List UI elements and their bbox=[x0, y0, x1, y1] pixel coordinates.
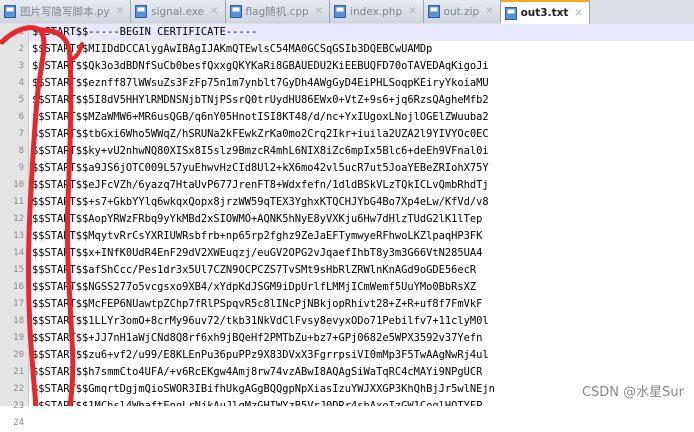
code-line-text: $$START$$+s7+GkbYYlq6wkqxQopx8jrzWW59qTE… bbox=[32, 196, 489, 208]
tab-signal-exe[interactable]: signal.exe ✕ bbox=[131, 0, 226, 23]
code-line-text: $$START$$h7smmCto4UFA/+v6RcEKgw4Amj8rw74… bbox=[32, 366, 483, 378]
tab-label: signal.exe bbox=[151, 5, 205, 18]
line-number: 6 bbox=[18, 112, 24, 122]
tab-out3-txt[interactable]: out3.txt ✕ bbox=[500, 0, 590, 24]
code-line[interactable]: $$START$$x+INfK0UdR4EnF29dV2XWEuqzj/euGV… bbox=[29, 245, 694, 262]
code-line[interactable]: $$START$$ky+vU2nhwNQ80XISx8I5slz9BmzcR4m… bbox=[29, 143, 694, 160]
line-number: 5 bbox=[18, 95, 24, 105]
text-editor[interactable]: $$START$$-----BEGIN CERTIFICATE----- $$ST… bbox=[29, 24, 694, 406]
tab-label: 图片写隐写脚本.py bbox=[20, 6, 110, 18]
close-icon[interactable]: ✕ bbox=[485, 6, 493, 17]
code-line-text: $$START$$eJFcVZh/6yazq7HtaUvP677JrenFT8+… bbox=[32, 179, 489, 191]
file-icon bbox=[427, 5, 440, 18]
code-line-text: $$START$$MqytvRrCsYXRIUWRsbfrb+np65rp2fg… bbox=[32, 230, 483, 242]
line-number: 8 bbox=[18, 146, 24, 156]
line-number: 9 bbox=[18, 163, 24, 173]
line-number: 10 bbox=[13, 180, 24, 190]
code-line-text: $$START$$eznff87lWWsuZs3FzFp75n1m7ynblt7… bbox=[32, 77, 489, 89]
code-line-text: $$START$$AopYRWzFRbq9yYkMBd2xSIOWMO+AQNK… bbox=[32, 213, 483, 225]
close-icon[interactable]: ✕ bbox=[315, 6, 323, 17]
code-line[interactable]: $$START$$Qk3o3dBDNfSuCb0besfQxxgQKYKaRi8… bbox=[29, 58, 694, 75]
code-line[interactable]: $$START$$tbGxi6Who5WWqZ/hSRUNa2kFEwkZrKa… bbox=[29, 126, 694, 143]
file-icon bbox=[334, 5, 347, 18]
code-line[interactable]: $$START$$+s7+GkbYYlq6wkqxQopx8jrzWW59qTE… bbox=[29, 194, 694, 211]
line-number: 13 bbox=[13, 231, 24, 241]
code-line-text: $$START$$ky+vU2nhwNQ80XISx8I5slz9BmzcR4m… bbox=[32, 145, 489, 157]
code-line[interactable]: $$START$$5I8dV5HHYlRMDNSNjbTNjPSsrQ0trUy… bbox=[29, 92, 694, 109]
code-line[interactable]: $$START$$afShCcc/Pes1dr3x5Ul7CZN9OCPCZS7… bbox=[29, 262, 694, 279]
tab-index-php[interactable]: index.php ✕ bbox=[330, 0, 424, 23]
code-line-text: $$START$$GmqrtDgjmQioSWOR3IBifhUkgAGgBQQ… bbox=[32, 383, 495, 395]
code-line-text: $$START$$x+INfK0UdR4EnF29dV2XWEuqzj/euGV… bbox=[32, 247, 483, 259]
line-number: 7 bbox=[18, 129, 24, 139]
line-number: 11 bbox=[13, 197, 24, 207]
code-line[interactable]: $$START$$MZaWMW6+MR6usQGB/q6nY05HnotISI8… bbox=[29, 109, 694, 126]
code-line[interactable]: $$START$$+JJ7nH1aWjCNd8Q8rf6xh9jBQeHf2PM… bbox=[29, 330, 694, 347]
line-number: 17 bbox=[13, 299, 24, 309]
code-line-text: $$START$$1LLYr3omO+8crMy96uv72/tkb31NkVd… bbox=[32, 315, 489, 327]
close-icon[interactable]: ✕ bbox=[210, 6, 218, 17]
file-icon bbox=[135, 5, 148, 18]
code-line[interactable]: $$START$$a9JS6jOTC009L57yuEhwvHzCId8Ul2+… bbox=[29, 160, 694, 177]
file-icon bbox=[229, 5, 242, 18]
line-number: 14 bbox=[13, 248, 24, 258]
code-line[interactable]: $$START$$1LLYr3omO+8crMy96uv72/tkb31NkVd… bbox=[29, 313, 694, 330]
line-number: 12 bbox=[13, 214, 24, 224]
code-line[interactable]: $$START$$MIIDdDCCAlygAwIBAgIJAKmQTEwlsC5… bbox=[29, 41, 694, 58]
tab-flag-cpp[interactable]: flag随机.cpp ✕ bbox=[225, 0, 331, 23]
close-icon[interactable]: ✕ bbox=[574, 8, 582, 19]
code-line-text: $$START$$MZaWMW6+MR6usQGB/q6nY05HnotISI8… bbox=[32, 111, 489, 123]
line-number: 24 bbox=[13, 418, 24, 428]
code-line-text: $$START$$5I8dV5HHYlRMDNSNjbTNjPSsrQ0trUy… bbox=[32, 94, 489, 106]
code-line-text: $$START$$tbGxi6Who5WWqZ/hSRUNa2kFEwkZrKa… bbox=[32, 128, 489, 140]
code-line-text: $$START$$1MChsl4WhaftEnqLrNjkAuJlqMzGHIW… bbox=[32, 400, 483, 406]
line-number: 1 bbox=[18, 27, 24, 37]
tab-label: flag随机.cpp bbox=[245, 6, 309, 18]
line-number: 2 bbox=[18, 44, 24, 54]
code-line[interactable]: $$START$$NGSS277o5vcgsxo9XB4/xYdpKdJSGM9… bbox=[29, 279, 694, 296]
close-icon[interactable]: ✕ bbox=[408, 6, 416, 17]
line-number: 19 bbox=[13, 333, 24, 343]
file-icon bbox=[4, 5, 16, 18]
line-number: 20 bbox=[13, 350, 24, 360]
line-number: 22 bbox=[13, 384, 24, 394]
code-line[interactable]: $$START$$-----BEGIN CERTIFICATE----- bbox=[29, 24, 694, 41]
tab-label: out.zip bbox=[443, 5, 480, 18]
code-line-text: $$START$$afShCcc/Pes1dr3x5Ul7CZN9OCPCZS7… bbox=[32, 264, 477, 276]
code-line[interactable]: $$START$$h7smmCto4UFA/+v6RcEKgw4Amj8rw74… bbox=[29, 364, 694, 381]
close-icon[interactable]: ✕ bbox=[116, 6, 124, 17]
line-number: 4 bbox=[18, 78, 24, 88]
code-line[interactable]: $$START$$zu6+vf2/u99/E8KLEnPu36puPPz9X83… bbox=[29, 347, 694, 364]
code-line-text: $$START$$Qk3o3dBDNfSuCb0besfQxxgQKYKaRi8… bbox=[32, 60, 489, 72]
tab-out-zip[interactable]: out.zip ✕ bbox=[423, 0, 501, 23]
line-number: 15 bbox=[13, 265, 24, 275]
code-line[interactable]: $$START$$McFEP6NUawtpZChp7fRlPSpqvR5c8lI… bbox=[29, 296, 694, 313]
line-number: 16 bbox=[13, 282, 24, 292]
code-line[interactable]: $$START$$AopYRWzFRbq9yYkMBd2xSIOWMO+AQNK… bbox=[29, 211, 694, 228]
line-number: 23 bbox=[13, 401, 24, 411]
code-line-text: $$START$$a9JS6jOTC009L57yuEhwvHzCId8Ul2+… bbox=[32, 162, 489, 174]
code-line-text: $$START$$NGSS277o5vcgsxo9XB4/xYdpKdJSGM9… bbox=[32, 281, 477, 293]
code-line-text: $$START$$+JJ7nH1aWjCNd8Q8rf6xh9jBQeHf2PM… bbox=[32, 332, 483, 344]
watermark: CSDN @水星Sur bbox=[581, 385, 684, 400]
code-line-text: $$START$$zu6+vf2/u99/E8KLEnPu36puPPz9X83… bbox=[32, 349, 489, 361]
code-line-text: $$START$$McFEP6NUawtpZChp7fRlPSpqvR5c8lI… bbox=[32, 298, 483, 310]
code-line-text: $$START$$MIIDdDCCAlygAwIBAgIJAKmQTEwlsC5… bbox=[32, 43, 433, 55]
line-number-gutter: 1 2 3 4 5 6 7 8 9 10 11 12 13 14 15 16 17 18 19 20 21 22 23 24 bbox=[0, 24, 29, 428]
code-line[interactable]: $$START$$eJFcVZh/6yazq7HtaUvP677JrenFT8+… bbox=[29, 177, 694, 194]
code-line[interactable]: $$START$$MqytvRrCsYXRIUWRsbfrb+np65rp2fg… bbox=[29, 228, 694, 245]
file-icon bbox=[504, 6, 517, 20]
line-number: 18 bbox=[13, 316, 24, 326]
tab-bar: 图片写隐写脚本.py ✕ signal.exe ✕ flag随机.cpp ✕ i… bbox=[0, 0, 694, 25]
line-number: 3 bbox=[18, 61, 24, 71]
tab-label: index.php bbox=[350, 5, 403, 18]
line-number: 21 bbox=[13, 367, 24, 377]
tab-stego-script[interactable]: 图片写隐写脚本.py ✕ bbox=[0, 0, 132, 23]
code-line[interactable]: $$START$$eznff87lWWsuZs3FzFp75n1m7ynblt7… bbox=[29, 75, 694, 92]
tab-label: out3.txt bbox=[520, 7, 569, 19]
code-line-text: $$START$$-----BEGIN CERTIFICATE----- bbox=[32, 26, 258, 38]
